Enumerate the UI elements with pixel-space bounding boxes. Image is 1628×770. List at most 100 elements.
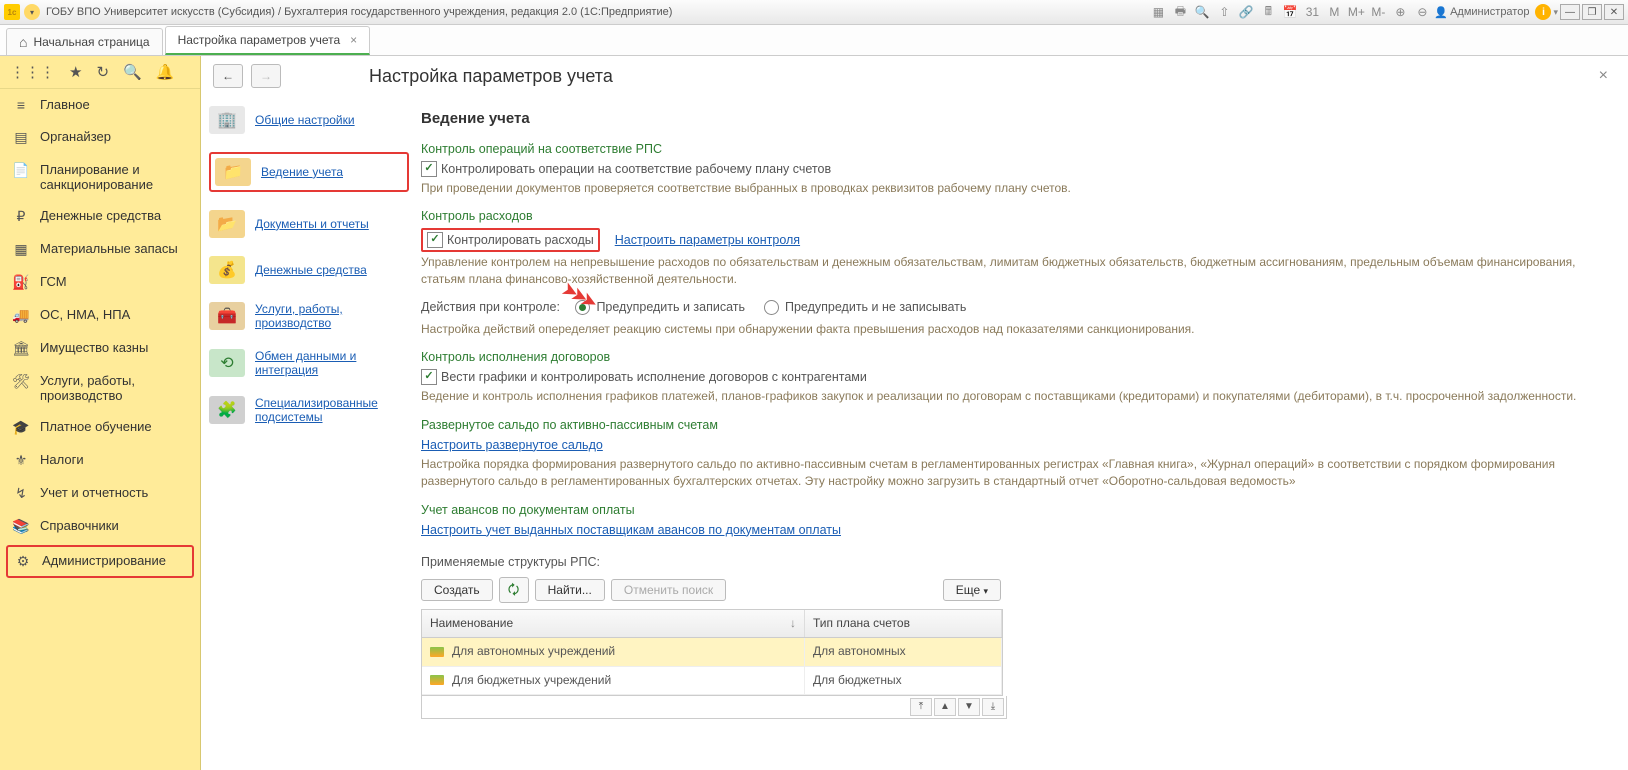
th-label: Наименование [430,615,513,632]
description-text: Настройка порядка формирования развернут… [421,456,1608,491]
docs-icon: 📂 [209,210,245,238]
current-user[interactable]: 👤 Администратор [1434,6,1529,19]
cb-contracts[interactable] [421,369,437,385]
sidebar-label: Имущество казны [40,340,148,355]
sidebar-item-treasury[interactable]: 🏛Имущество казны [0,332,200,365]
section-special[interactable]: 🧩Специализированные подсистемы [209,396,409,425]
close-page-button[interactable]: × [1591,63,1616,89]
nav-back-button[interactable]: ← [213,64,243,88]
sidebar-item-planning[interactable]: 📄Планирование и санкционирование [0,154,200,200]
radio-label: Предупредить и не записывать [785,298,966,316]
cancel-find-button[interactable]: Отменить поиск [611,579,726,601]
upload-icon[interactable]: ⇧ [1216,4,1232,20]
row-icon [430,647,444,657]
menu-grid-icon[interactable]: ⋮⋮⋮ [10,63,55,81]
group-rps-title: Контроль операций на соответствие РПС [421,140,1608,158]
table-row[interactable]: Для автономных учреждений Для автономных [422,638,1002,666]
folder-icon: 📁 [215,158,251,186]
bell-icon[interactable]: 🔔 [156,63,175,81]
window-tool-icon[interactable]: ▦ [1150,4,1166,20]
history-icon[interactable]: ↻ [96,63,109,81]
sidebar-item-reports[interactable]: ↯Учет и отчетность [0,477,200,510]
boxes-icon: ▦ [12,241,30,258]
m-minus-button[interactable]: M- [1370,4,1386,20]
configure-control-link[interactable]: Настроить параметры контроля [615,231,800,249]
col-name-header[interactable]: Наименование ↓ [422,610,805,637]
sidebar-item-education[interactable]: 🎓 Платное обучение [0,411,200,444]
window-title: ГОБУ ВПО Университет искусств (Субсидия)… [46,6,672,18]
star-icon[interactable]: ★ [69,63,82,81]
date-icon[interactable]: 31 [1304,4,1320,20]
sidebar-label: Администрирование [42,553,166,568]
sidebar-item-administration[interactable]: ⚙Администрирование [6,545,194,578]
sidebar-item-taxes[interactable]: ⚜Налоги [0,444,200,477]
tab-settings[interactable]: Настройка параметров учета × [165,26,371,55]
tools-icon: 🧰 [209,302,245,330]
sidebar-item-directories[interactable]: 📚Справочники [0,510,200,543]
find-button[interactable]: Найти... [535,579,605,601]
dropdown-icon[interactable]: ▾ [24,4,40,20]
sidebar-item-fuel[interactable]: ⛽ГСМ [0,266,200,299]
radio-warn-nosave[interactable] [764,300,779,315]
refresh-button[interactable]: 🗘 [499,577,529,603]
sidebar-item-organizer[interactable]: ▤Органайзер [0,121,200,154]
maximize-button[interactable]: ❐ [1582,4,1602,20]
cb-control-expenses[interactable] [427,232,443,248]
graduation-icon: 🎓 [12,419,30,436]
info-dd-icon[interactable]: ▾ [1553,7,1558,18]
sidebar-label: Услуги, работы, производство [40,373,188,403]
scroll-up-button[interactable]: ▲ [934,698,956,716]
fuel-icon: ⛽ [12,274,30,291]
scroll-down-button[interactable]: ▼ [958,698,980,716]
section-accounting[interactable]: 📁Ведение учета [209,152,409,192]
sort-icon: ↓ [790,615,796,632]
tab-home[interactable]: ⌂ Начальная страница [6,28,163,55]
m-plus-button[interactable]: M+ [1348,4,1364,20]
scroll-top-button[interactable]: ⤒ [910,698,932,716]
zoom-in-icon[interactable]: ⊕ [1392,4,1408,20]
info-icon[interactable]: i [1535,4,1551,20]
close-tab-icon[interactable]: × [350,33,357,47]
scroll-bottom-button[interactable]: ⤓ [982,698,1004,716]
section-works[interactable]: 🧰Услуги, работы, производство [209,302,409,331]
home-icon: ⌂ [19,34,27,50]
table-row[interactable]: Для бюджетных учреждений Для бюджетных [422,667,1002,695]
col-type-header[interactable]: Тип плана счетов [805,610,1002,637]
group-balance-title: Развернутое сальдо по активно-пассивным … [421,416,1608,434]
content-pane: Ведение учета Контроль операций на соотв… [417,96,1628,770]
search-icon[interactable]: 🔍 [123,63,142,81]
close-window-button[interactable]: ✕ [1604,4,1624,20]
section-documents[interactable]: 📂Документы и отчеты [209,210,409,238]
cb-control-rps[interactable] [421,161,437,177]
sidebar-item-main[interactable]: ≡Главное [0,89,200,121]
m-button[interactable]: M [1326,4,1342,20]
section-exchange[interactable]: ⟲Обмен данными и интеграция [209,349,409,378]
section-general[interactable]: 🏢Общие настройки [209,106,409,134]
section-nav: 🏢Общие настройки 📁Ведение учета 📂Докумен… [201,96,417,770]
sidebar-item-services[interactable]: 🛠Услуги, работы, производство [0,365,200,411]
group-advances-title: Учет авансов по документам оплаты [421,501,1608,519]
preview-icon[interactable]: 🔍 [1194,4,1210,20]
link-icon[interactable]: 🔗 [1238,4,1254,20]
page-title: Настройка параметров учета [369,66,613,87]
cell-name: Для автономных учреждений [452,643,615,660]
more-button[interactable]: Еще ▾ [943,579,1001,601]
sidebar-label: Главное [40,97,90,112]
section-cash[interactable]: 💰Денежные средства [209,256,409,284]
configure-balance-link[interactable]: Настроить развернутое сальдо [421,438,603,452]
nav-forward-button[interactable]: → [251,64,281,88]
minimize-button[interactable]: — [1560,4,1580,20]
section-link: Обмен данными и интеграция [255,349,409,378]
sidebar-item-money[interactable]: ₽Денежные средства [0,200,200,233]
sidebar-item-materials[interactable]: ▦Материальные запасы [0,233,200,266]
zoom-out-icon[interactable]: ⊖ [1414,4,1430,20]
calendar-icon[interactable]: 📅 [1282,4,1298,20]
create-button[interactable]: Создать [421,579,493,601]
print-icon[interactable]: 🖶 [1172,4,1188,20]
calculator-icon[interactable]: 🖩 [1260,4,1276,20]
sidebar-item-assets[interactable]: 🚚ОС, НМА, НПА [0,299,200,332]
sidebar-label: Платное обучение [40,419,152,434]
radio-warn-save[interactable] [575,300,590,315]
configure-advances-link[interactable]: Настроить учет выданных поставщикам аван… [421,523,841,537]
sidebar-label: ОС, НМА, НПА [40,307,130,322]
